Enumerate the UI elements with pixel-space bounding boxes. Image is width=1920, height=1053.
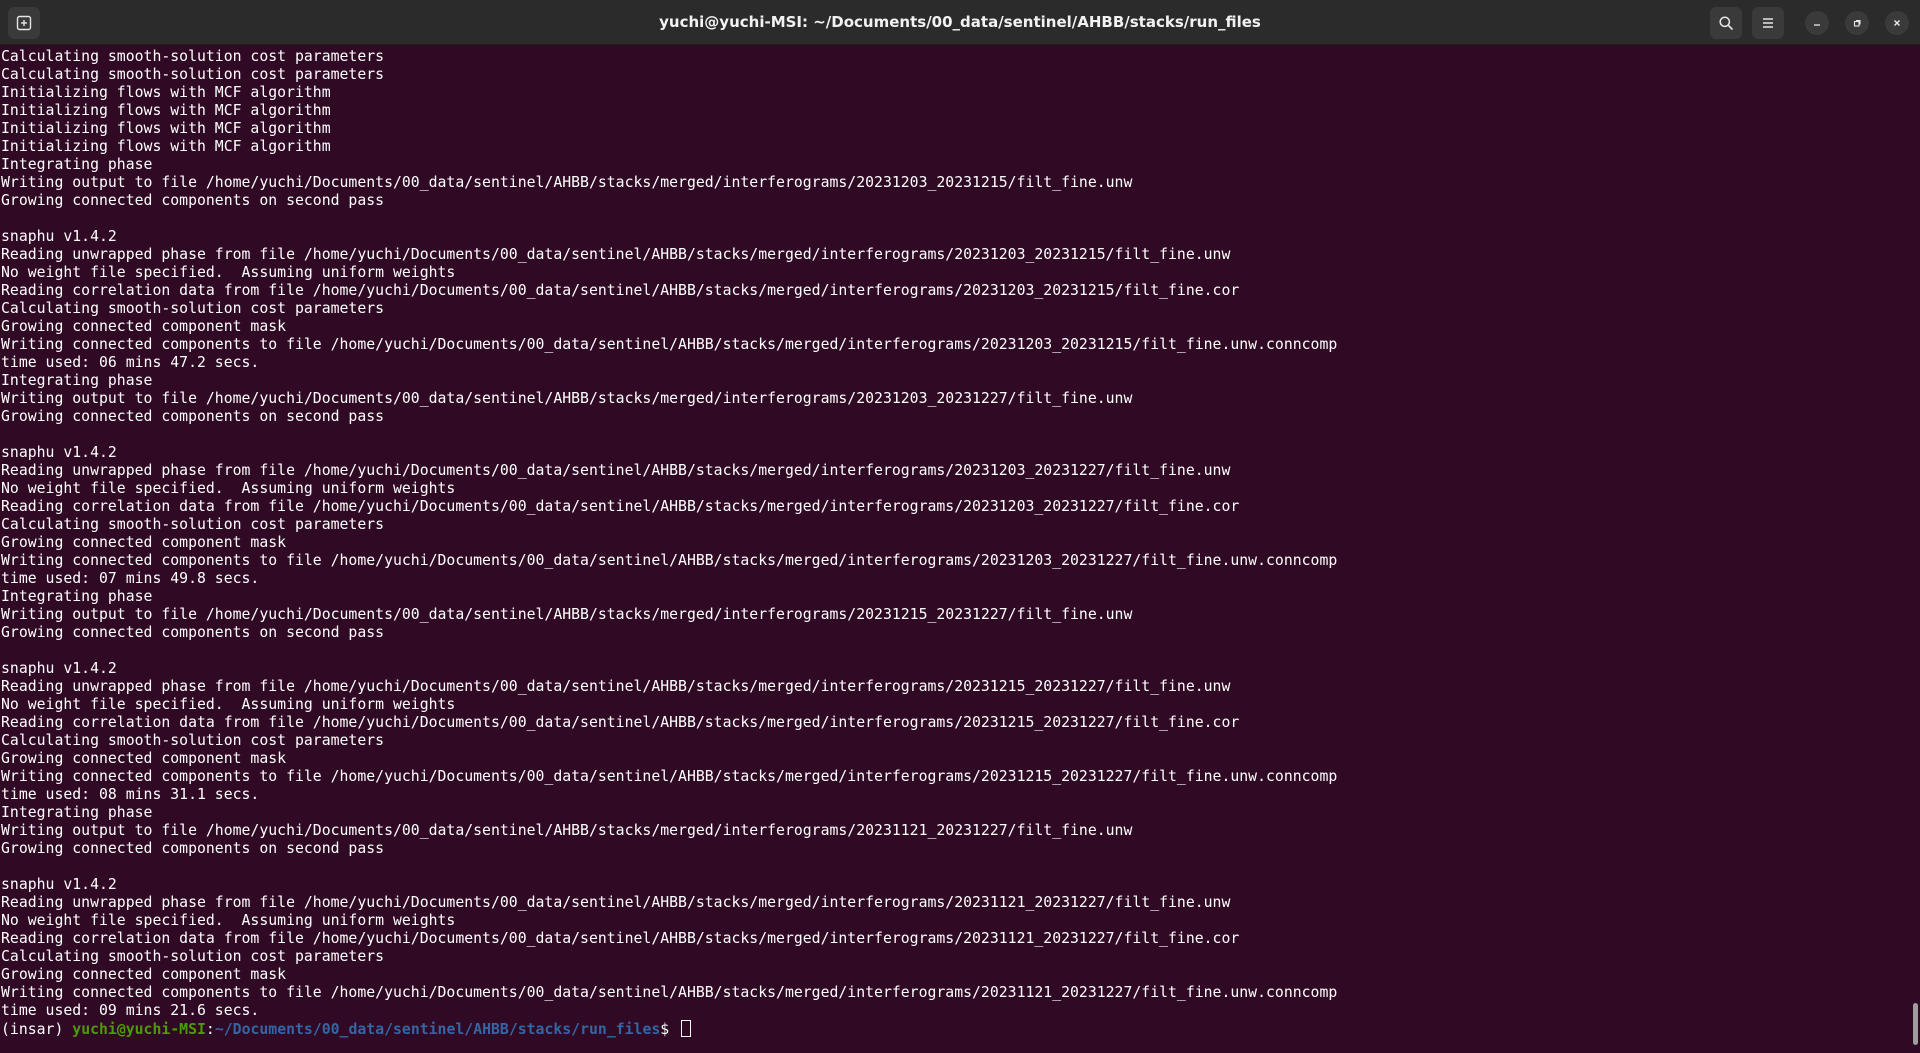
terminal-line: time used: 06 mins 47.2 secs. [1,354,260,371]
prompt-path: ~/Documents/00_data/sentinel/AHBB/stacks… [214,1021,661,1038]
terminal-line: Integrating phase [1,372,153,389]
terminal-line: Growing connected component mask [1,534,287,551]
terminal-line: Writing connected components to file /ho… [1,336,1338,353]
terminal-line: time used: 09 mins 21.6 secs. [1,1002,260,1019]
terminal-line: Writing output to file /home/yuchi/Docum… [1,822,1133,839]
command-prompt[interactable]: (insar) yuchi@yuchi-MSI:~/Documents/00_d… [0,1020,1908,1039]
terminal-line: Reading correlation data from file /home… [1,498,1240,515]
terminal-line: Growing connected components on second p… [1,624,385,641]
terminal-line: snaphu v1.4.2 [1,228,117,245]
terminal-line: Writing output to file /home/yuchi/Docum… [1,606,1133,623]
prompt-symbol: $ [660,1021,679,1038]
terminal-line: Growing connected components on second p… [1,408,385,425]
terminal-line: Calculating smooth-solution cost paramet… [1,300,385,317]
scrollbar-thumb[interactable] [1913,1003,1918,1045]
new-tab-button[interactable] [8,7,40,39]
terminal-line: snaphu v1.4.2 [1,660,117,677]
maximize-button[interactable] [1845,11,1869,35]
close-button[interactable] [1885,11,1909,35]
terminal-line: No weight file specified. Assuming unifo… [1,480,456,497]
terminal-line: Growing connected component mask [1,318,287,335]
terminal-line: Reading unwrapped phase from file /home/… [1,246,1231,263]
terminal-line: Writing output to file /home/yuchi/Docum… [1,174,1133,191]
terminal-line: Initializing flows with MCF algorithm [1,120,331,137]
prompt-user-host: yuchi@yuchi-MSI [72,1021,206,1038]
terminal-line: Integrating phase [1,804,153,821]
terminal-line: Calculating smooth-solution cost paramet… [1,516,385,533]
terminal-line: Growing connected components on second p… [1,840,385,857]
terminal-line: Reading correlation data from file /home… [1,930,1240,947]
terminal-line: No weight file specified. Assuming unifo… [1,912,456,929]
new-tab-icon [16,15,32,31]
terminal-line: Integrating phase [1,156,153,173]
terminal-line: Calculating smooth-solution cost paramet… [1,66,385,83]
terminal-line: Reading correlation data from file /home… [1,282,1240,299]
maximize-icon [1853,19,1861,27]
terminal-line: Writing output to file /home/yuchi/Docum… [1,390,1133,407]
minimize-button[interactable] [1805,11,1829,35]
scrollbar[interactable] [1912,46,1918,1053]
terminal-output: Calculating smooth-solution cost paramet… [0,46,1908,1020]
menu-button[interactable] [1752,7,1784,39]
terminal-line: Writing connected components to file /ho… [1,984,1338,1001]
terminal-line: time used: 08 mins 31.1 secs. [1,786,260,803]
search-button[interactable] [1710,7,1742,39]
terminal-line: Calculating smooth-solution cost paramet… [1,732,385,749]
terminal-line: Writing connected components to file /ho… [1,768,1338,785]
title-bar[interactable]: yuchi@yuchi-MSI: ~/Documents/00_data/sen… [0,0,1920,45]
terminal-line: Reading unwrapped phase from file /home/… [1,678,1231,695]
window-title: yuchi@yuchi-MSI: ~/Documents/00_data/sen… [659,13,1261,31]
terminal-line: snaphu v1.4.2 [1,444,117,461]
terminal-line: Initializing flows with MCF algorithm [1,138,331,155]
terminal-line: No weight file specified. Assuming unifo… [1,264,456,281]
terminal-line: Initializing flows with MCF algorithm [1,102,331,119]
terminal-line: No weight file specified. Assuming unifo… [1,696,456,713]
prompt-env: (insar) [1,1021,73,1038]
terminal-line: Writing connected components to file /ho… [1,552,1338,569]
terminal-line: Reading unwrapped phase from file /home/… [1,462,1231,479]
terminal-window: yuchi@yuchi-MSI: ~/Documents/00_data/sen… [0,0,1920,1053]
terminal-line: Growing connected component mask [1,750,287,767]
hamburger-menu-icon [1763,18,1773,28]
close-icon [1894,20,1900,26]
terminal-line: Growing connected components on second p… [1,192,385,209]
terminal-line: Integrating phase [1,588,153,605]
prompt-separator: : [205,1021,215,1038]
minimize-icon [1814,24,1820,26]
terminal-line: Reading correlation data from file /home… [1,714,1240,731]
terminal-line: snaphu v1.4.2 [1,876,117,893]
terminal-output-area[interactable]: Calculating smooth-solution cost paramet… [0,46,1908,1053]
terminal-line: Reading unwrapped phase from file /home/… [1,894,1231,911]
text-cursor [681,1020,692,1037]
terminal-line: Calculating smooth-solution cost paramet… [1,948,385,965]
search-icon [1719,16,1733,30]
terminal-line: time used: 07 mins 49.8 secs. [1,570,260,587]
terminal-line: Initializing flows with MCF algorithm [1,84,331,101]
terminal-line: Calculating smooth-solution cost paramet… [1,48,385,65]
terminal-line: Growing connected component mask [1,966,287,983]
